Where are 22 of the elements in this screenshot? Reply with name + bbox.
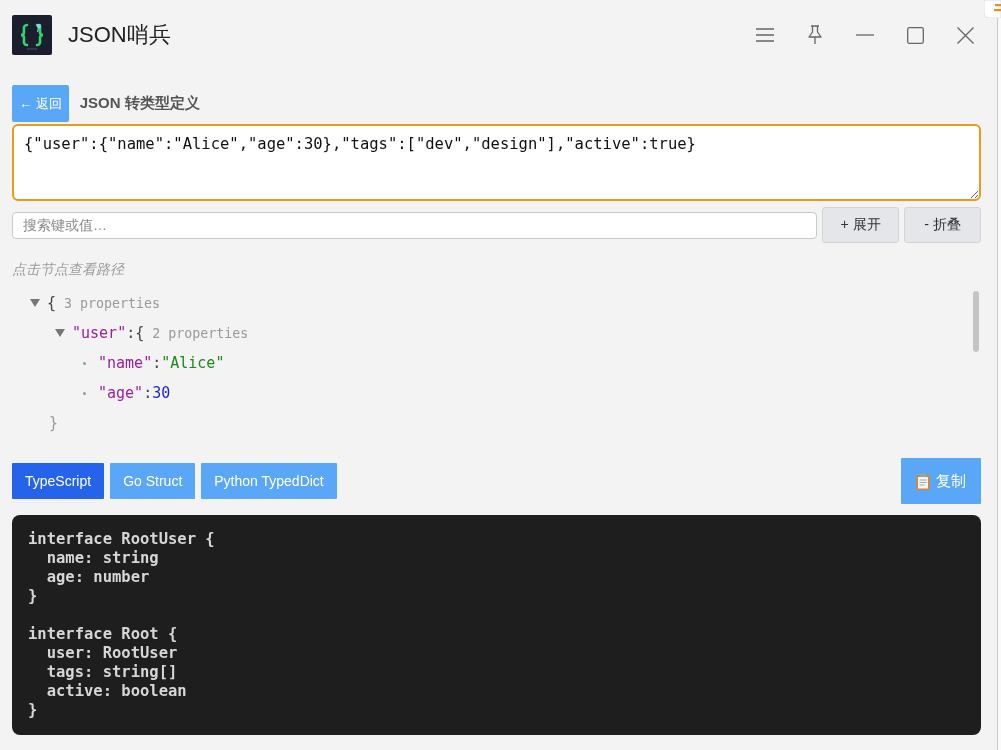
closing-brace: } [49,414,59,432]
expand-button[interactable]: + 展开 [822,207,899,243]
tree-node-text[interactable]: "age":30 [98,384,171,402]
bullet-icon [83,361,86,365]
tree-node-text[interactable]: { 3 properties [47,294,161,312]
json-input-field[interactable]: {"user":{"name":"Alice","age":30},"tags":["dev","design"],"active":true} [12,124,981,201]
clipboard-icon [916,472,930,490]
scrollbar-thumb[interactable] [973,291,979,352]
page-heading: JSON 转类型定义 [79,94,200,113]
search-field[interactable]: 搜索键或值… [12,211,817,239]
app-logo-icon [12,15,52,55]
tree-node-text[interactable]: "name":"Alice" [98,354,225,372]
format-tab[interactable]: TypeScript [12,463,105,499]
bullet-icon [83,391,86,395]
caret-down-icon[interactable] [55,329,65,337]
path-hint: 点击节点查看路径 [12,260,124,278]
collapse-button[interactable]: - 折叠 [904,207,981,243]
window-title: JSON哨兵 [68,21,171,49]
list-tile-icon[interactable] [984,0,1001,18]
generated-code: interface RootUser { name: string age: number } interface Root { user: RootUser tags: string[] active: boolean } [28,530,216,720]
tree-node-text[interactable]: "user":{ 2 properties [72,324,249,342]
caret-down-icon[interactable] [30,299,40,307]
